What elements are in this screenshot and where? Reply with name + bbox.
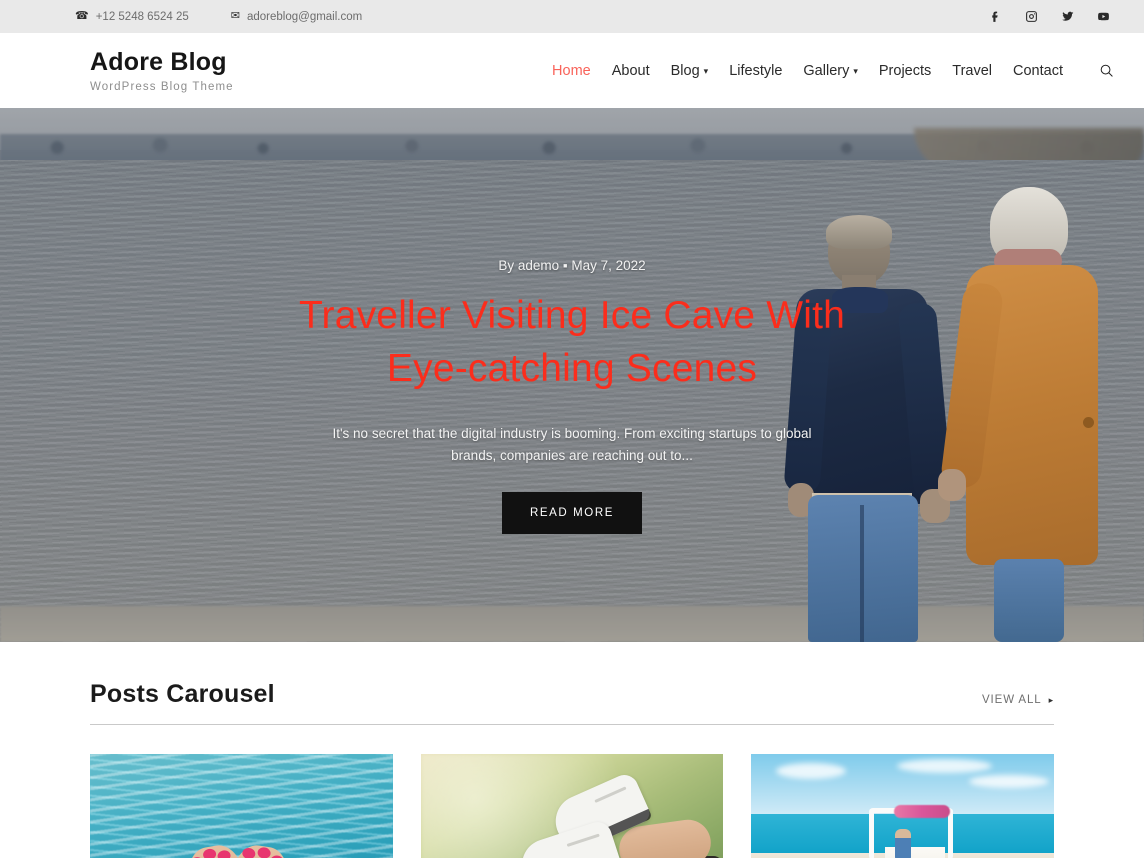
- posts-carousel-section: Posts Carousel VIEW ALL ▸: [0, 642, 1144, 858]
- hero-banner: By ademo ▪ May 7, 2022 Traveller Visitin…: [0, 108, 1144, 642]
- site-header: Adore Blog WordPress Blog Theme Home Abo…: [0, 33, 1144, 108]
- woman-jeans: [994, 559, 1064, 642]
- nav-label: About: [611, 62, 650, 79]
- carousel-card-list: [90, 754, 1055, 858]
- man-hair: [826, 215, 892, 249]
- carousel-card[interactable]: [420, 754, 724, 858]
- carousel-card[interactable]: [751, 754, 1055, 858]
- nav-label: Lifestyle: [729, 62, 783, 79]
- topbar-phone[interactable]: ☎ +12 5248 6524 25: [75, 11, 189, 23]
- primary-navigation: Home About Blog ▾ Lifestyle Gallery ▾ Pr…: [552, 61, 1116, 81]
- nav-label: Projects: [878, 62, 932, 79]
- site-tagline: WordPress Blog Theme: [90, 81, 234, 94]
- arrow-right-icon: ▸: [1048, 694, 1054, 705]
- nav-item-about[interactable]: About: [612, 63, 650, 79]
- nav-label: Contact: [1013, 62, 1063, 79]
- read-more-button[interactable]: READ MORE: [501, 492, 643, 535]
- view-all-label: VIEW ALL: [981, 694, 1042, 706]
- nav-item-home[interactable]: Home: [552, 63, 591, 79]
- hero-post-excerpt: It's no secret that the digital industry…: [332, 426, 812, 463]
- hero-content: By ademo ▪ May 7, 2022 Traveller Visitin…: [0, 258, 1144, 535]
- chevron-down-icon: ▾: [703, 66, 709, 76]
- youtube-icon[interactable]: [1096, 10, 1110, 24]
- envelope-icon: ✉: [230, 10, 240, 22]
- post-thumbnail-pool: [90, 754, 393, 858]
- cloud: [896, 758, 992, 773]
- nav-item-blog[interactable]: Blog ▾: [671, 63, 709, 79]
- site-title: Adore Blog: [90, 47, 227, 76]
- post-thumbnail-sneakers: [420, 754, 724, 858]
- nav-item-travel[interactable]: Travel: [952, 63, 992, 79]
- arch-flowers: [893, 805, 950, 818]
- section-title: Posts Carousel: [90, 680, 275, 708]
- site-branding[interactable]: Adore Blog WordPress Blog Theme: [90, 48, 234, 94]
- phone-icon: ☎: [75, 10, 89, 22]
- cloud: [969, 775, 1050, 788]
- nav-label: Blog: [670, 62, 700, 79]
- facebook-icon[interactable]: [988, 10, 1002, 24]
- section-divider: [90, 724, 1054, 725]
- topbar-social-links: [988, 10, 1110, 24]
- hero-post-meta: By ademo ▪ May 7, 2022: [498, 258, 646, 273]
- topbar-phone-text: +12 5248 6524 25: [95, 10, 189, 23]
- nav-label: Travel: [952, 62, 993, 79]
- nav-item-projects[interactable]: Projects: [879, 63, 931, 79]
- topbar-email-text: adoreblog@gmail.com: [246, 10, 363, 23]
- view-all-link[interactable]: VIEW ALL ▸: [982, 694, 1054, 709]
- nav-label: Gallery: [803, 62, 850, 79]
- nav-label: Home: [552, 62, 591, 79]
- nav-item-gallery[interactable]: Gallery ▾: [803, 63, 857, 79]
- post-thumbnail-beach-wedding: [751, 754, 1055, 858]
- carousel-card[interactable]: [90, 754, 393, 858]
- twitter-icon[interactable]: [1060, 10, 1074, 24]
- search-icon[interactable]: [1096, 61, 1116, 81]
- hero-post-title[interactable]: Traveller Visiting Ice Cave With Eye-cat…: [262, 289, 882, 395]
- chevron-down-icon: ▾: [853, 66, 858, 76]
- posts-carousel-header: Posts Carousel VIEW ALL ▸: [90, 680, 1054, 709]
- instagram-icon[interactable]: [1024, 10, 1038, 24]
- nav-item-lifestyle[interactable]: Lifestyle: [729, 63, 782, 79]
- nav-item-contact[interactable]: Contact: [1013, 63, 1063, 79]
- cloud: [775, 763, 846, 779]
- wedding-guests: [751, 838, 1055, 858]
- topbar-email[interactable]: ✉ adoreblog@gmail.com: [231, 11, 362, 23]
- pool-water-texture: [90, 754, 393, 858]
- topbar: ☎ +12 5248 6524 25 ✉ adoreblog@gmail.com: [0, 0, 1144, 33]
